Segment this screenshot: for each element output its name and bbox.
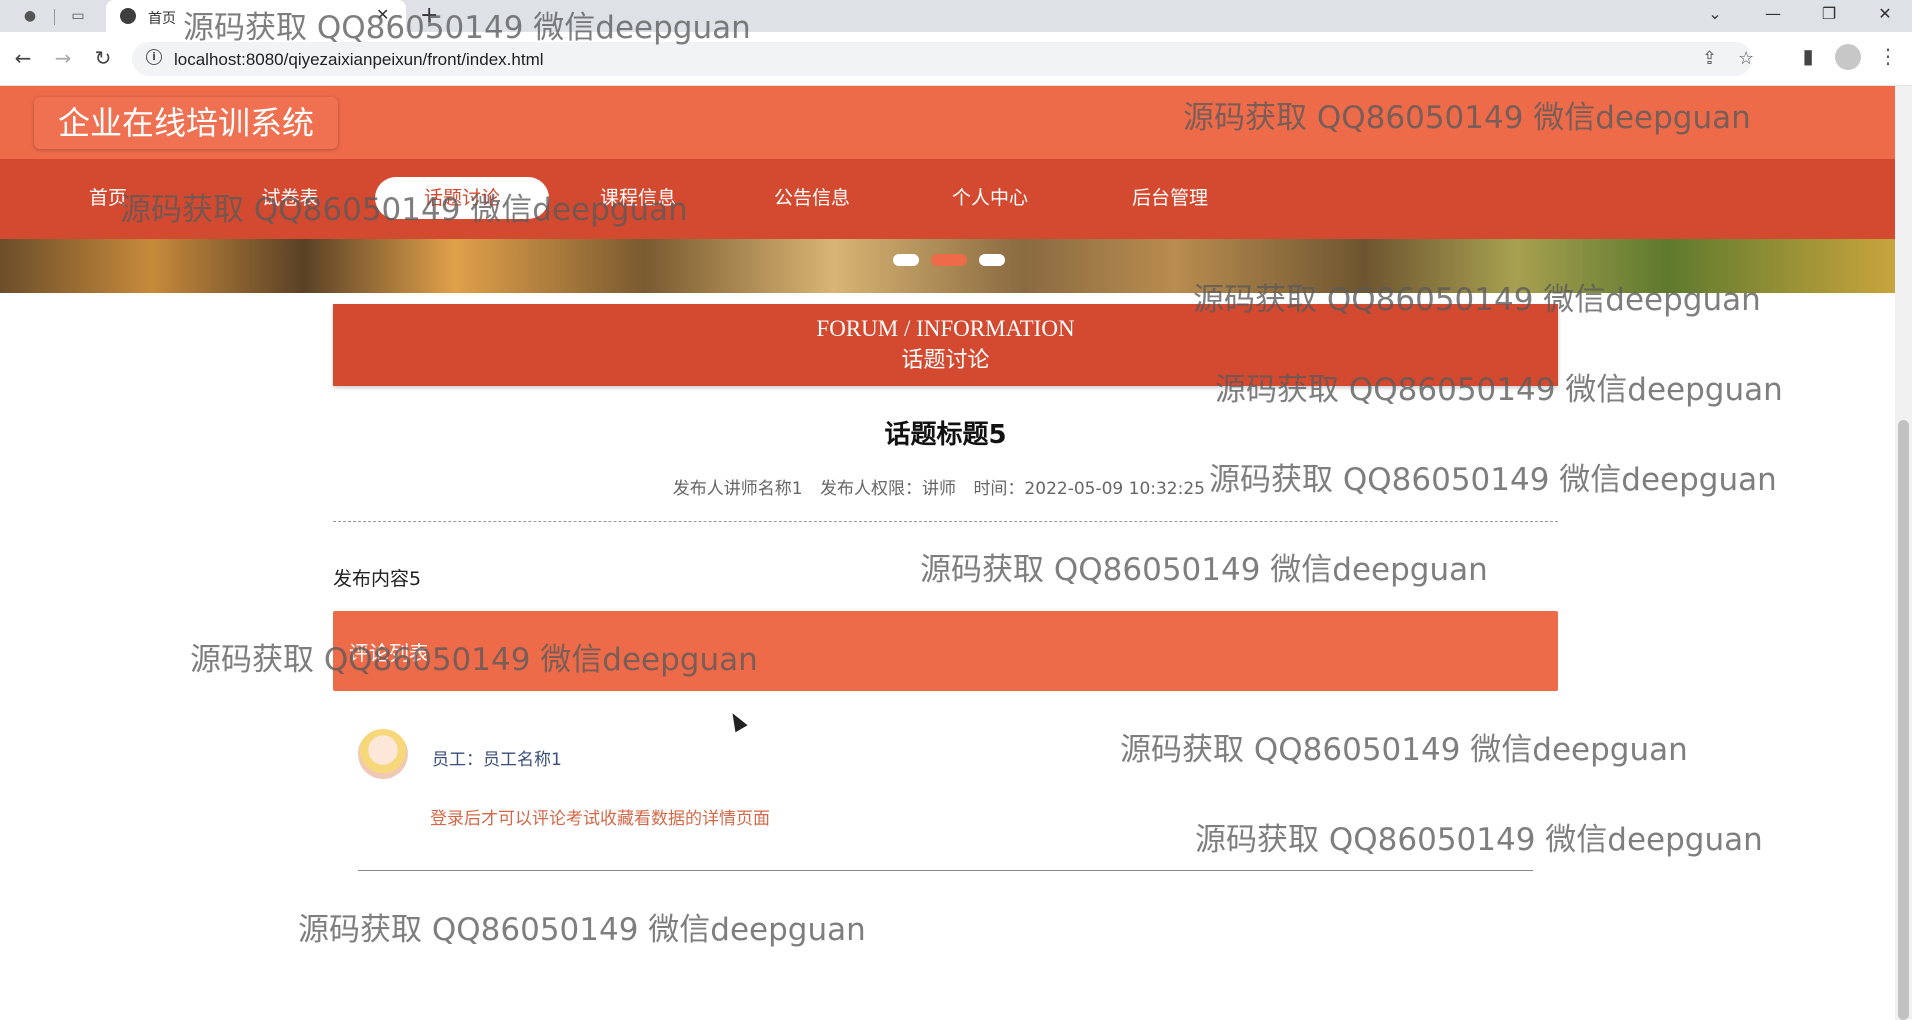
divider: [333, 521, 1558, 522]
address-bar: ← → ↻ i localhost:8080/qiyezaixianpeixun…: [0, 32, 1912, 86]
login-tip: 登录后才可以评论考试收藏看数据的详情页面: [430, 809, 770, 829]
back-icon[interactable]: ←: [10, 46, 36, 70]
tab-search-dropdown-icon[interactable]: ⌄: [1700, 4, 1730, 23]
nav-item-exam-papers[interactable]: 试卷表: [240, 177, 340, 219]
carousel-indicators: [893, 254, 1005, 266]
carousel-dot-1[interactable]: [893, 254, 919, 266]
post-meta: 发布人讲师名称1 发布人权限：讲师 时间：2022-05-09 10:32:25: [333, 474, 1205, 499]
post-role: 发布人权限：讲师: [820, 479, 957, 499]
bookmark-star-icon[interactable]: ☆: [1738, 48, 1754, 69]
share-icon[interactable]: ⇪: [1702, 48, 1717, 69]
new-tab-icon[interactable]: +: [420, 3, 438, 28]
comment-divider: [358, 870, 1533, 871]
tab-title: 首页: [148, 11, 176, 27]
reload-icon[interactable]: ↻: [90, 46, 116, 70]
carousel-dot-3[interactable]: [979, 254, 1005, 266]
site-info-icon[interactable]: i: [146, 49, 162, 65]
url-text: localhost:8080/qiyezaixianpeixun/front/i…: [174, 50, 544, 69]
section-title-en: FORUM / INFORMATION: [816, 316, 1075, 341]
main-nav: 首页 试卷表 话题讨论 课程信息 公告信息 个人中心 后台管理: [0, 159, 1895, 239]
add-comment-label: 点击评论: [1786, 641, 1805, 740]
section-title-cn: 话题讨论: [901, 348, 990, 373]
inactive-tab-favicon[interactable]: ▭: [68, 6, 88, 26]
plus-icon: +: [1758, 675, 1779, 703]
close-tab-icon[interactable]: ✕: [376, 5, 389, 24]
url-field[interactable]: i localhost:8080/qiyezaixianpeixun/front…: [132, 42, 1754, 76]
comment-list-label: 评论列表: [349, 641, 429, 665]
scrollbar-thumb[interactable]: [1898, 420, 1909, 1020]
forward-icon[interactable]: →: [50, 46, 76, 70]
comment-bar: 评论列表 + 点击评论: [333, 611, 1804, 740]
browser-tab-active[interactable]: 首页 ✕: [106, 0, 406, 32]
nav-item-announcements[interactable]: 公告信息: [762, 177, 862, 219]
section-header: FORUM / INFORMATION 话题讨论: [333, 304, 1558, 386]
minimize-icon[interactable]: —: [1758, 4, 1788, 23]
post-author: 发布人讲师名称1: [672, 479, 803, 499]
nav-item-forum[interactable]: 话题讨论: [375, 177, 549, 219]
post-time: 时间：2022-05-09 10:32:25: [973, 479, 1205, 499]
profile-avatar-icon[interactable]: [1835, 44, 1861, 70]
avatar: [358, 729, 408, 779]
tab-search-icon[interactable]: ●: [20, 6, 40, 26]
comment-author: 员工：员工名称1: [432, 750, 562, 770]
banner-carousel: [0, 239, 1895, 293]
nav-item-home[interactable]: 首页: [68, 177, 148, 219]
nav-item-admin[interactable]: 后台管理: [1120, 177, 1220, 219]
menu-kebab-icon[interactable]: ⋮: [1878, 44, 1898, 68]
close-window-icon[interactable]: ✕: [1870, 4, 1900, 23]
carousel-dot-2[interactable]: [931, 254, 967, 266]
nav-item-personal-center[interactable]: 个人中心: [940, 177, 1040, 219]
post-title: 话题标题5: [884, 420, 1007, 450]
restore-icon[interactable]: ❐: [1814, 4, 1844, 23]
site-header: 企业在线培训系统: [0, 86, 1895, 159]
tab-separator: [54, 9, 55, 25]
page-viewport: 企业在线培训系统 首页 试卷表 话题讨论 课程信息 公告信息 个人中心 后台管理…: [0, 86, 1895, 1020]
nav-item-courses[interactable]: 课程信息: [588, 177, 688, 219]
browser-tab-bar: ● ▭ 首页 ✕ + ⌄ — ❐ ✕: [0, 0, 1912, 32]
globe-icon: [120, 8, 136, 24]
site-title[interactable]: 企业在线培训系统: [34, 97, 339, 149]
page-scrollbar[interactable]: [1895, 86, 1912, 1020]
add-comment-button[interactable]: + 点击评论: [1758, 637, 1804, 741]
post-content: 发布内容5: [333, 568, 422, 590]
sidebar-panel-icon[interactable]: ▮: [1795, 44, 1821, 68]
